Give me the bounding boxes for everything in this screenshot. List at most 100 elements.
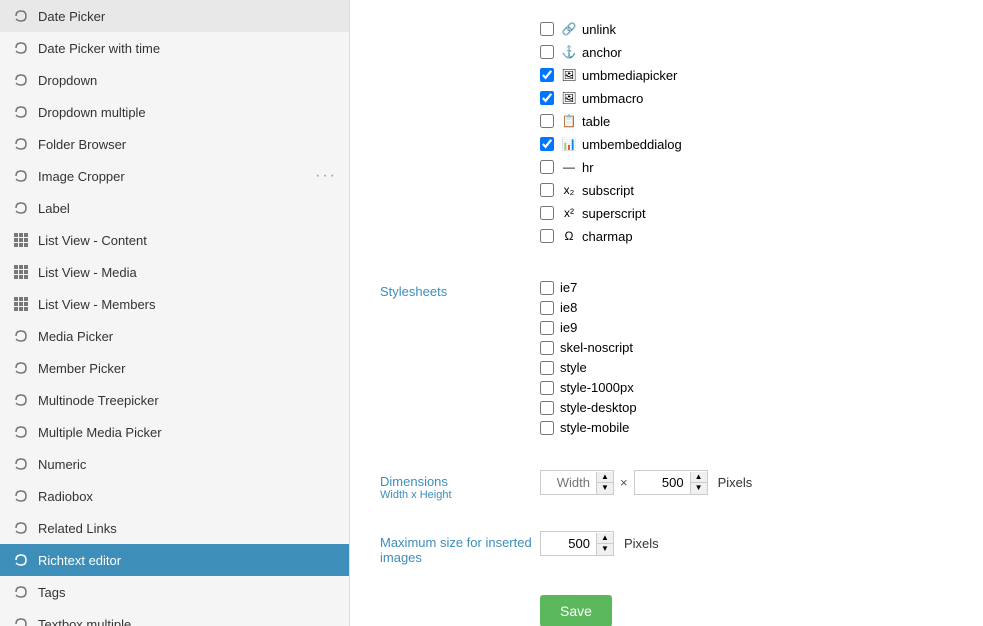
ss-checkbox-style-1000px[interactable] xyxy=(540,381,554,395)
dimensions-sublabel: Width x Height xyxy=(380,489,540,501)
sidebar-item-media-picker[interactable]: Media Picker xyxy=(0,320,349,352)
sidebar-item-radiobox[interactable]: Radiobox xyxy=(0,480,349,512)
sidebar-label-list-view-content: List View - Content xyxy=(38,233,337,248)
checkbox-umbembeddialog[interactable] xyxy=(540,137,554,151)
sidebar-label-list-view-members: List View - Members xyxy=(38,297,337,312)
toolbar-cb-table: 📋table xyxy=(540,112,953,130)
sidebar-icon-image-cropper xyxy=(12,167,30,185)
sidebar-icon-richtext-editor xyxy=(12,551,30,569)
toolbar-label xyxy=(380,20,540,24)
sidebar-icon-tags xyxy=(12,583,30,601)
checkbox-hr[interactable] xyxy=(540,160,554,174)
checkbox-superscript[interactable] xyxy=(540,206,554,220)
max-size-down-button[interactable]: ▼ xyxy=(597,544,613,555)
ss-checkbox-style-desktop[interactable] xyxy=(540,401,554,415)
ss-cb-style-1000px: style-1000px xyxy=(540,380,953,395)
ss-checkbox-ie8[interactable] xyxy=(540,301,554,315)
ss-cb-ie7: ie7 xyxy=(540,280,953,295)
max-size-inputs: ▲ ▼ Pixels xyxy=(540,531,953,556)
max-size-spinner: ▲ ▼ xyxy=(540,531,614,556)
sidebar-item-folder-browser[interactable]: Folder Browser xyxy=(0,128,349,160)
toolbar-checkboxes: 🔗unlink⚓anchor🖼umbmediapicker🖼umbmacro📋t… xyxy=(540,20,953,250)
sidebar-dots-image-cropper[interactable]: ··· xyxy=(315,167,337,185)
sidebar-label-date-picker: Date Picker xyxy=(38,9,337,24)
sidebar-icon-date-picker xyxy=(12,7,30,25)
ss-checkbox-skel-noscript[interactable] xyxy=(540,341,554,355)
sidebar-icon-list-view-members xyxy=(12,295,30,313)
sidebar-item-multinode-treepicker[interactable]: Multinode Treepicker xyxy=(0,384,349,416)
save-button[interactable]: Save xyxy=(540,595,612,626)
sidebar-label-related-links: Related Links xyxy=(38,521,337,536)
cb-label-anchor: anchor xyxy=(582,45,622,60)
height-input[interactable] xyxy=(635,471,690,494)
max-size-row: Maximum size for inserted images ▲ ▼ Pix… xyxy=(380,531,953,565)
sidebar-item-related-links[interactable]: Related Links xyxy=(0,512,349,544)
sidebar-item-image-cropper[interactable]: Image Cropper··· xyxy=(0,160,349,192)
ss-checkbox-ie7[interactable] xyxy=(540,281,554,295)
sidebar-item-dropdown-multiple[interactable]: Dropdown multiple xyxy=(0,96,349,128)
max-size-section: Maximum size for inserted images ▲ ▼ Pix… xyxy=(380,531,953,565)
save-section: Save xyxy=(380,595,953,626)
sidebar-item-textbox-multiple[interactable]: Textbox multiple xyxy=(0,608,349,626)
checkbox-anchor[interactable] xyxy=(540,45,554,59)
toolbar-row: 🔗unlink⚓anchor🖼umbmediapicker🖼umbmacro📋t… xyxy=(380,20,953,250)
checkbox-unlink[interactable] xyxy=(540,22,554,36)
ss-cb-style-desktop: style-desktop xyxy=(540,400,953,415)
sidebar-item-date-picker-time[interactable]: Date Picker with time xyxy=(0,32,349,64)
dimensions-inputs: ▲ ▼ × ▲ ▼ Pixels xyxy=(540,470,953,495)
height-down-button[interactable]: ▼ xyxy=(691,483,707,494)
checkbox-subscript[interactable] xyxy=(540,183,554,197)
cb-label-unlink: unlink xyxy=(582,22,616,37)
ss-label-style: style xyxy=(560,360,587,375)
sidebar-item-list-view-content[interactable]: List View - Content xyxy=(0,224,349,256)
sidebar-item-numeric[interactable]: Numeric xyxy=(0,448,349,480)
save-label-spacer xyxy=(380,595,540,599)
sidebar-item-member-picker[interactable]: Member Picker xyxy=(0,352,349,384)
sidebar-item-tags[interactable]: Tags xyxy=(0,576,349,608)
checkbox-umbmacro[interactable] xyxy=(540,91,554,105)
cb-label-subscript: subscript xyxy=(582,183,634,198)
cb-label-charmap: charmap xyxy=(582,229,633,244)
sidebar-item-label[interactable]: Label xyxy=(0,192,349,224)
sidebar-item-date-picker[interactable]: Date Picker xyxy=(0,0,349,32)
ss-checkbox-style-mobile[interactable] xyxy=(540,421,554,435)
ss-label-ie8: ie8 xyxy=(560,300,577,315)
sidebar-icon-media-picker xyxy=(12,327,30,345)
toolbar-section: 🔗unlink⚓anchor🖼umbmediapicker🖼umbmacro📋t… xyxy=(380,20,953,250)
ss-checkbox-style[interactable] xyxy=(540,361,554,375)
cb-label-umbembeddialog: umbembeddialog xyxy=(582,137,682,152)
width-up-button[interactable]: ▲ xyxy=(597,472,613,483)
width-input[interactable] xyxy=(541,471,596,494)
max-size-input[interactable] xyxy=(541,532,596,555)
toolbar-cb-umbmediapicker: 🖼umbmediapicker xyxy=(540,66,953,84)
cb-label-superscript: superscript xyxy=(582,206,646,221)
stylesheets-label: Stylesheets xyxy=(380,280,540,299)
sidebar-item-dropdown[interactable]: Dropdown xyxy=(0,64,349,96)
sidebar-icon-list-view-media xyxy=(12,263,30,281)
ss-label-style-mobile: style-mobile xyxy=(560,420,629,435)
height-up-button[interactable]: ▲ xyxy=(691,472,707,483)
stylesheets-checkboxes: ie7ie8ie9skel-noscriptstylestyle-1000pxs… xyxy=(540,280,953,440)
toolbar-cb-anchor: ⚓anchor xyxy=(540,43,953,61)
dimensions-content: ▲ ▼ × ▲ ▼ Pixels xyxy=(540,470,953,495)
sidebar-icon-member-picker xyxy=(12,359,30,377)
width-down-button[interactable]: ▼ xyxy=(597,483,613,494)
sidebar: Date PickerDate Picker with timeDropdown… xyxy=(0,0,350,626)
checkbox-charmap[interactable] xyxy=(540,229,554,243)
cb-icon-superscript: x² xyxy=(560,204,578,222)
checkbox-table[interactable] xyxy=(540,114,554,128)
save-row: Save xyxy=(380,595,953,626)
max-size-up-button[interactable]: ▲ xyxy=(597,533,613,544)
cb-label-table: table xyxy=(582,114,610,129)
sidebar-item-richtext-editor[interactable]: Richtext editor xyxy=(0,544,349,576)
ss-checkbox-ie9[interactable] xyxy=(540,321,554,335)
ss-label-ie7: ie7 xyxy=(560,280,577,295)
sidebar-label-folder-browser: Folder Browser xyxy=(38,137,337,152)
checkbox-umbmediapicker[interactable] xyxy=(540,68,554,82)
ss-cb-style: style xyxy=(540,360,953,375)
sidebar-icon-folder-browser xyxy=(12,135,30,153)
sidebar-item-list-view-media[interactable]: List View - Media xyxy=(0,256,349,288)
max-size-content: ▲ ▼ Pixels xyxy=(540,531,953,556)
sidebar-item-list-view-members[interactable]: List View - Members xyxy=(0,288,349,320)
sidebar-item-multiple-media-picker[interactable]: Multiple Media Picker xyxy=(0,416,349,448)
